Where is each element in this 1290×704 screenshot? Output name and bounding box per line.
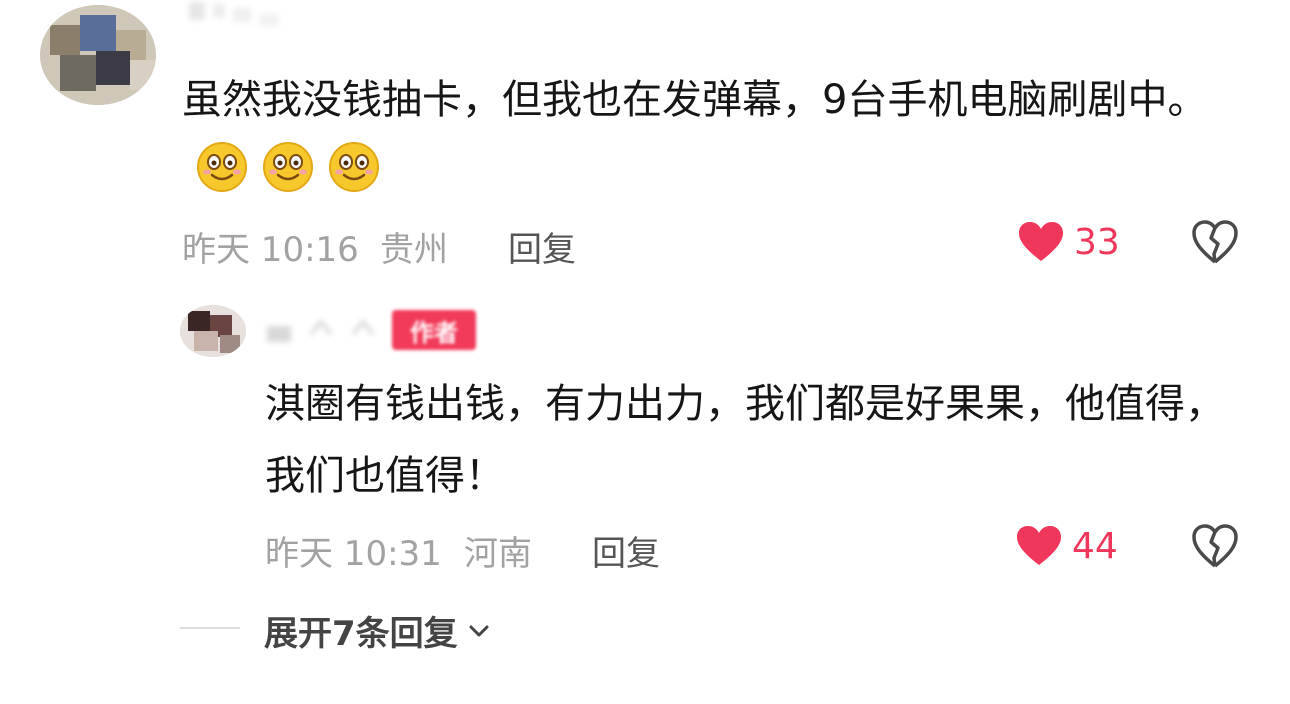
avatar[interactable] <box>40 5 156 105</box>
reply-text: 淇圈有钱出钱，有力出力，我们都是好果果，他值得，我们也值得！ <box>265 381 1225 499</box>
reply-like-count: 44 <box>1072 525 1118 567</box>
expand-replies-button[interactable]: 展开7条回复 <box>264 606 492 655</box>
heart-icon <box>1019 222 1063 261</box>
reply-like-button[interactable]: 44 <box>1016 525 1118 567</box>
reply-body: 淇圈有钱出钱，有力出力，我们都是好果果，他值得，我们也值得！ <box>265 368 1255 512</box>
comment-timestamp: 昨天 10:16 <box>182 230 359 270</box>
like-count: 33 <box>1074 221 1120 263</box>
reply-reply-button[interactable]: 回复 <box>592 526 660 575</box>
author-badge: 作者 <box>392 310 476 350</box>
author-badge-label: 作者 <box>410 318 458 347</box>
reply-avatar[interactable] <box>180 305 246 357</box>
reply-username-blurred[interactable] <box>265 312 385 348</box>
username-blurred[interactable] <box>185 0 295 40</box>
comment-body: 虽然我没钱抽卡，但我也在发弹幕，9台手机电脑刷剧中。 <box>182 64 1252 208</box>
smile-emoji-icon <box>196 141 248 193</box>
comment-text: 虽然我没钱抽卡，但我也在发弹幕，9台手机电脑刷剧中。 <box>182 77 1208 123</box>
heart-icon <box>1017 526 1061 565</box>
comment-location: 贵州 <box>380 230 448 270</box>
reply-timestamp: 昨天 10:31 <box>265 534 442 574</box>
smile-emoji-icon <box>328 141 380 193</box>
expand-divider <box>180 627 240 629</box>
chevron-down-icon <box>469 625 489 636</box>
reply-button[interactable]: 回复 <box>508 222 576 271</box>
expand-replies-label: 展开7条回复 <box>264 614 458 654</box>
like-button[interactable]: 33 <box>1018 221 1120 263</box>
smile-emoji-icon <box>262 141 314 193</box>
broken-heart-icon[interactable] <box>1192 220 1238 266</box>
reply-location: 河南 <box>464 534 532 574</box>
broken-heart-icon[interactable] <box>1192 524 1238 570</box>
